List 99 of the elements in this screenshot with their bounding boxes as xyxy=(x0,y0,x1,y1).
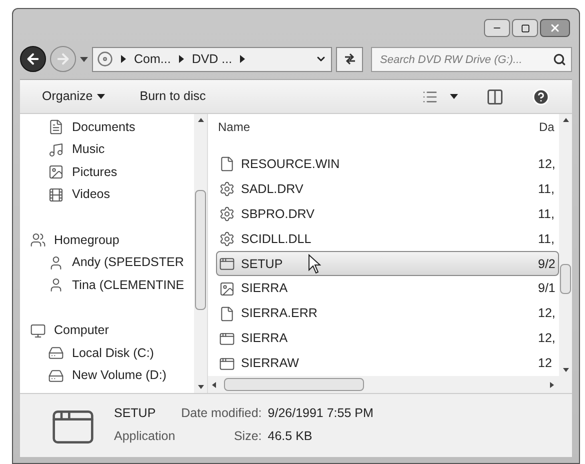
scrollbar-thumb[interactable] xyxy=(560,264,571,294)
scroll-up-icon xyxy=(198,118,204,122)
vertical-scrollbar[interactable] xyxy=(559,114,572,376)
document-icon xyxy=(48,119,64,136)
vertical-scrollbar[interactable] xyxy=(194,114,207,393)
date-value: 9/26/1991 7:55 PM xyxy=(268,405,374,422)
file-row[interactable]: SIERRA 12, xyxy=(216,326,559,352)
refresh-arrows-icon xyxy=(344,53,356,65)
scrollbar-thumb[interactable] xyxy=(224,378,364,391)
file-name: SADL.DRV xyxy=(241,180,304,198)
application-icon xyxy=(219,256,235,272)
sidebar-item[interactable]: Homegroup xyxy=(30,229,194,252)
sidebar-item[interactable]: Computer xyxy=(30,320,194,342)
list-view-icon xyxy=(422,88,438,104)
address-bar[interactable]: Com... DVD ... xyxy=(92,46,332,72)
scroll-up-icon xyxy=(562,118,568,122)
file-row[interactable]: SIERRAW 12 xyxy=(216,351,559,376)
drive-icon xyxy=(48,368,64,384)
views-button[interactable] xyxy=(422,88,458,104)
file-name: SBPRO.DRV xyxy=(241,206,314,223)
column-header[interactable]: Name xyxy=(216,118,539,136)
caret-icon xyxy=(450,94,458,99)
forward-arrow-icon xyxy=(55,51,71,67)
sidebar-item[interactable]: Pictures xyxy=(30,161,194,184)
file-date: 12 xyxy=(538,355,553,372)
user-icon xyxy=(48,277,64,294)
file-name: RESOURCE.WIN xyxy=(241,156,340,173)
file-name: SETUP xyxy=(241,256,283,273)
file-name: SCIDLL.DLL xyxy=(241,230,312,248)
file-row[interactable]: SIERRA 9/1 xyxy=(216,276,559,302)
breadcrumb[interactable]: DVD ... xyxy=(192,50,232,68)
file-date: 9/1 xyxy=(538,280,556,298)
file-name: SETUP xyxy=(114,405,157,422)
file-date: 12, xyxy=(538,330,556,348)
scroll-left-icon xyxy=(212,382,216,388)
picture-icon xyxy=(219,280,235,297)
size-value: 46.5 KB xyxy=(268,428,314,445)
film-icon xyxy=(48,186,64,203)
sidebar-item[interactable]: Andy (SPEEDSTER xyxy=(30,252,194,274)
horizontal-scrollbar[interactable] xyxy=(208,376,572,393)
file-date: 11, xyxy=(538,180,556,198)
refresh-button[interactable] xyxy=(336,46,363,72)
file-type: Application xyxy=(114,428,176,445)
sidebar-item[interactable]: New Volume (D:) xyxy=(30,364,194,387)
people-icon xyxy=(30,232,46,248)
toolbar-button[interactable]: Organize xyxy=(42,87,105,106)
preview-pane-icon[interactable] xyxy=(486,88,504,106)
help-icon[interactable] xyxy=(532,88,550,106)
caret-icon xyxy=(96,94,105,99)
file-date: 11, xyxy=(538,206,556,223)
file-icon xyxy=(219,156,235,172)
column-header[interactable]: Da xyxy=(539,118,559,136)
mouse-pointer-icon xyxy=(308,254,321,274)
maximize-button[interactable] xyxy=(512,19,538,37)
sidebar-item[interactable]: Videos xyxy=(30,184,194,206)
file-row[interactable]: SIERRA.ERR 12, xyxy=(216,301,559,326)
file-icon xyxy=(219,306,235,322)
user-icon xyxy=(48,254,64,271)
breadcrumb[interactable]: Com... xyxy=(134,50,171,68)
file-row[interactable]: SADL.DRV 11, xyxy=(216,176,559,202)
sidebar-item[interactable]: Documents xyxy=(30,116,194,138)
file-date: 9/2 xyxy=(538,256,556,273)
back-button[interactable] xyxy=(20,46,46,72)
scroll-right-icon xyxy=(550,382,554,388)
arrow-icon xyxy=(178,55,184,63)
arrow-icon xyxy=(121,55,126,63)
arrow-icon xyxy=(240,55,246,63)
file-date: 12, xyxy=(538,305,556,322)
window-icon xyxy=(219,356,235,372)
file-name: SIERRA xyxy=(241,330,288,348)
sidebar-item[interactable]: Local Disk (C:) xyxy=(30,342,194,364)
toolbar-button[interactable]: Burn to disc xyxy=(140,87,206,106)
window-icon xyxy=(219,330,235,347)
scrollbar-thumb[interactable] xyxy=(195,190,206,310)
file-name: SIERRAW xyxy=(241,355,299,372)
maximize-icon xyxy=(520,24,530,32)
sidebar-item[interactable]: Tina (CLEMENTINE xyxy=(30,274,194,296)
date-label: Date modified: xyxy=(181,405,262,422)
sidebar-item[interactable]: Music xyxy=(30,138,194,161)
file-row[interactable]: SCIDLL.DLL 11, xyxy=(216,226,559,252)
file-date: 12, xyxy=(538,156,556,173)
file-name: SIERRA.ERR xyxy=(241,305,318,322)
close-icon xyxy=(549,22,561,34)
file-name: SIERRA xyxy=(241,280,288,298)
file-row[interactable]: SETUP 9/2 xyxy=(216,251,559,276)
scroll-down-icon xyxy=(198,385,204,389)
music-note-icon xyxy=(48,142,64,158)
file-row[interactable]: SBPRO.DRV 11, xyxy=(216,202,559,227)
file-date: 11, xyxy=(538,230,556,248)
size-label: Size: xyxy=(232,428,262,445)
close-button[interactable] xyxy=(540,19,570,37)
disc-icon xyxy=(97,51,113,67)
file-row[interactable]: RESOURCE.WIN 12, xyxy=(216,152,559,177)
search-icon xyxy=(553,52,566,66)
hard-drive-icon xyxy=(48,345,64,362)
picture-icon xyxy=(48,164,64,180)
monitor-icon xyxy=(30,322,46,339)
search-field[interactable]: Search DVD RW Drive (G:)... xyxy=(371,47,572,72)
scroll-down-icon xyxy=(562,368,568,372)
